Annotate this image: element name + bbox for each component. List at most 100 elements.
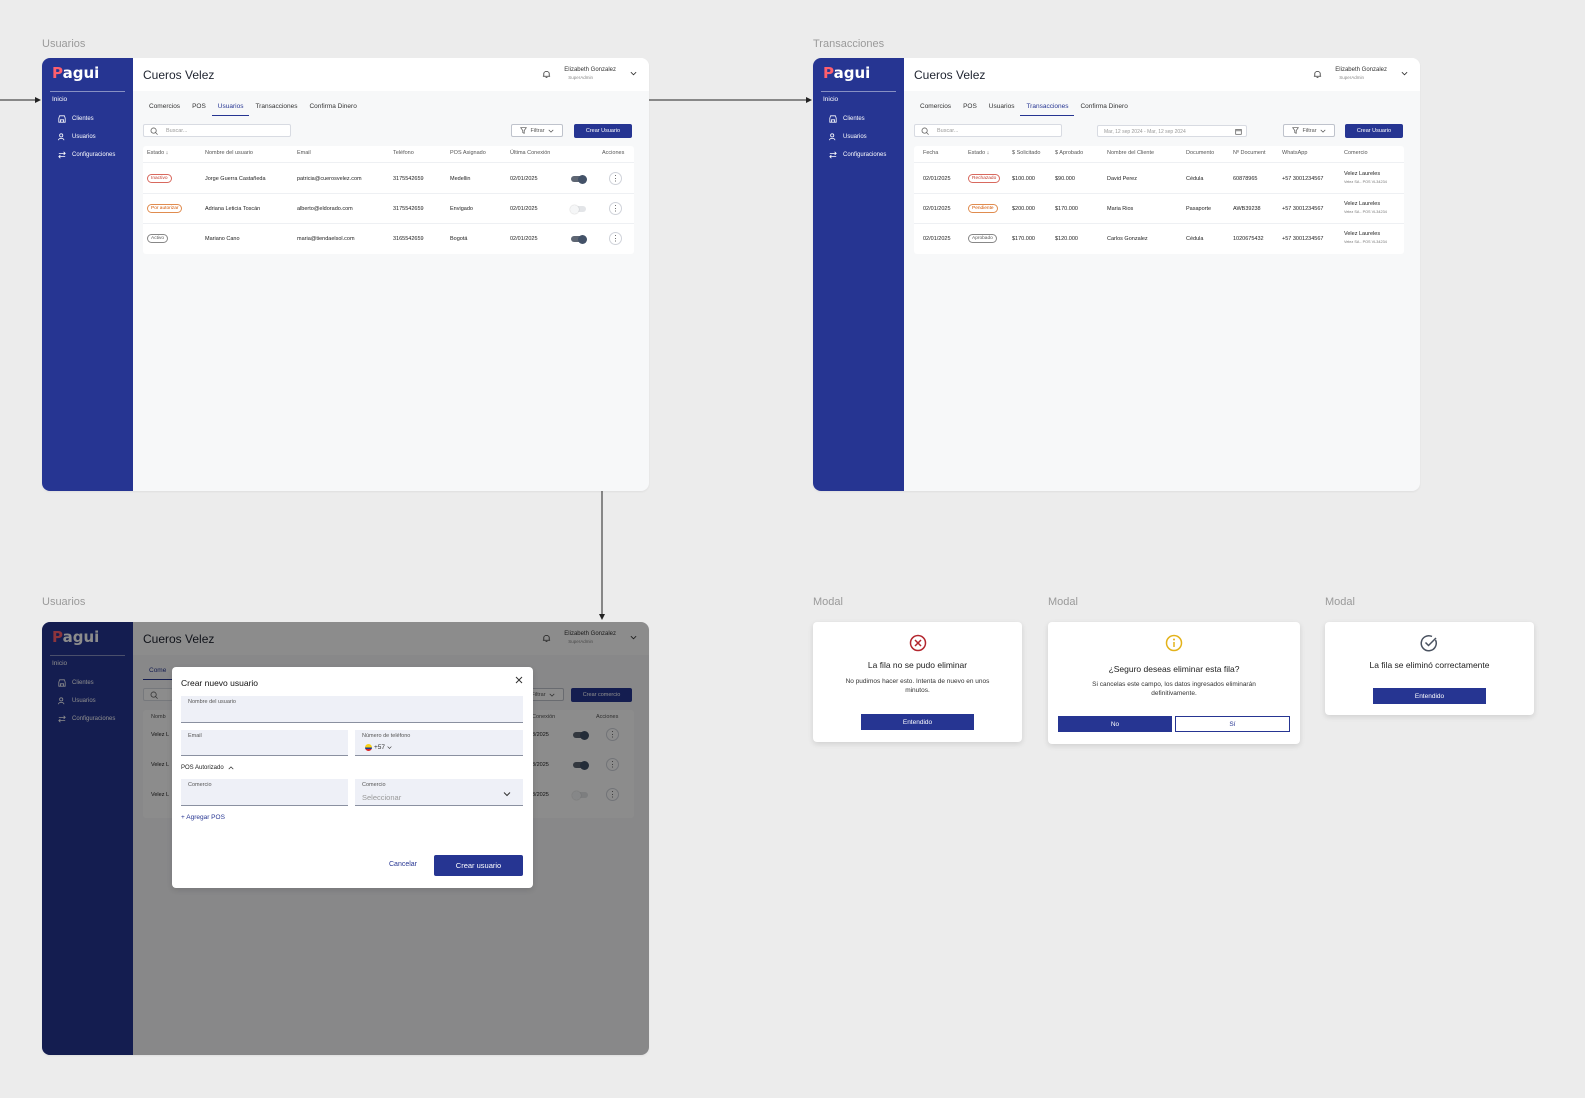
more-actions-icon[interactable]: ⋮ (609, 232, 622, 245)
date-cell: 02/01/2025 (923, 236, 951, 242)
col-pos: POS Asignado (450, 150, 486, 156)
col-estado[interactable]: Estado ↓ (968, 150, 989, 156)
understood-button[interactable]: Entendido (1373, 688, 1486, 704)
page-title: Cueros Velez (914, 68, 986, 82)
more-actions-icon[interactable]: ⋮ (609, 202, 622, 215)
modal-title: ¿Seguro deseas eliminar esta fila? (1108, 664, 1240, 674)
create-user-button[interactable]: Crear Usuario (1345, 124, 1403, 138)
sidebar: Pagui Inicio Clientes Usuarios Configura… (813, 58, 904, 491)
add-pos-link[interactable]: + Agregar POS (181, 814, 225, 821)
user-name: Elizabeth Gonzalez (1335, 67, 1387, 73)
chevron-down-icon (1320, 129, 1326, 133)
col-documento: Documento (1186, 150, 1215, 156)
sidebar: Pagui Inicio Clientes Usuarios Configura… (42, 58, 133, 491)
col-estado[interactable]: Estado ↓ (147, 150, 168, 156)
comercio-select[interactable]: Comercio Seleccionar (355, 779, 523, 806)
chevron-up-icon (228, 766, 234, 770)
client-cell: Maria Rios (1107, 206, 1134, 212)
email-field[interactable]: Email (181, 730, 348, 756)
phone-field[interactable]: Número de teléfono +57 (355, 730, 523, 756)
chevron-down-icon (503, 792, 511, 797)
users-icon (58, 133, 66, 141)
transfer-icon (58, 151, 66, 159)
col-aprobado: $ Aprobado (1055, 150, 1084, 156)
status-badge: Aprobado (968, 234, 997, 243)
country-code-select[interactable]: +57 (365, 744, 392, 751)
create-user-submit-button[interactable]: Crear usuario (434, 855, 523, 876)
sidebar-item-clientes[interactable]: Clientes (58, 115, 94, 123)
col-fecha: Fecha (923, 150, 939, 156)
active-toggle[interactable] (571, 174, 587, 184)
phone-cell: 3175542659 (393, 206, 424, 212)
sidebar-item-clientes[interactable]: Clientes (829, 115, 865, 123)
understood-button[interactable]: Entendido (861, 714, 974, 730)
user-name-cell: Jorge Guerra Castañeda (205, 176, 266, 182)
tab-transacciones[interactable]: Transacciones (1020, 100, 1075, 116)
modal-description: No pudimos hacer esto. Intenta de nuevo … (845, 678, 990, 694)
comercio-field[interactable]: Comercio (181, 779, 348, 806)
col-telefono: Teléfono (393, 150, 414, 156)
active-toggle[interactable] (570, 204, 586, 214)
tab-transacciones[interactable]: Transacciones (249, 100, 303, 116)
pos-section-toggle[interactable]: POS Autorizado (181, 765, 234, 771)
sidebar-item-usuarios[interactable]: Usuarios (58, 133, 96, 141)
transfer-icon (829, 151, 837, 159)
more-actions-icon[interactable]: ⋮ (609, 172, 622, 185)
user-name-cell: Mariano Cano (205, 236, 240, 242)
calendar-icon (1235, 129, 1242, 135)
col-whatsapp: WhatsApp (1282, 150, 1308, 156)
comercio-cell: Velez Laureles (1344, 201, 1381, 207)
col-email: Email (297, 150, 311, 156)
date-cell: 02/01/2025 (510, 206, 538, 212)
col-conexion: Última Conexión (510, 150, 551, 156)
cancel-button[interactable]: Cancelar (389, 861, 417, 868)
whatsapp-cell: +57 3001234567 (1282, 236, 1324, 242)
document-type-cell: Cédula (1186, 176, 1204, 182)
filter-button[interactable]: Filtrar (1283, 124, 1335, 137)
tab-comercios[interactable]: Comercios (914, 100, 957, 116)
no-button[interactable]: No (1058, 716, 1172, 732)
user-name-field[interactable]: Nombre del usuario (181, 696, 523, 723)
app-usuarios-create-modal: Pagui Inicio Clientes Usuarios Configura… (42, 622, 649, 1055)
bell-icon[interactable] (542, 69, 551, 79)
amount-approved-cell: $170.000 (1055, 206, 1078, 212)
yes-button[interactable]: Sí (1175, 716, 1290, 732)
create-user-button[interactable]: Crear Usuario (574, 124, 632, 138)
user-name: Elizabeth Gonzalez (564, 67, 616, 73)
col-cliente: Nombre del Cliente (1107, 150, 1155, 156)
search-input[interactable]: Buscar... (143, 124, 291, 137)
filter-button[interactable]: Filtrar (511, 124, 563, 137)
search-input[interactable]: Buscar... (914, 124, 1062, 137)
tab-confirma-dinero[interactable]: Confirma Dinero (1074, 100, 1133, 116)
tab-confirma-dinero[interactable]: Confirma Dinero (303, 100, 362, 116)
tab-pos[interactable]: POS (186, 100, 212, 116)
app-transacciones: Pagui Inicio Clientes Usuarios Configura… (813, 58, 1420, 491)
comercio-sub-cell: Velez SA - POS VL34234 (1344, 240, 1387, 244)
logo: Pagui (52, 64, 100, 82)
sidebar-item-inicio[interactable]: Inicio (823, 96, 838, 103)
active-toggle[interactable] (571, 234, 587, 244)
phone-cell: 3175542659 (393, 176, 424, 182)
close-icon[interactable] (515, 676, 523, 684)
sidebar-item-usuarios[interactable]: Usuarios (829, 133, 867, 141)
comercio-sub-cell: Velez SA - POS VL34234 (1344, 180, 1387, 184)
tab-pos[interactable]: POS (957, 100, 983, 116)
date-range-input[interactable]: Mar, 12 sep 2024 - Mar, 12 sep 2024 (1097, 125, 1247, 137)
bell-icon[interactable] (1313, 69, 1322, 79)
status-badge: Inactivo (147, 174, 172, 183)
chevron-down-icon[interactable] (630, 70, 637, 77)
chevron-down-icon[interactable] (1401, 70, 1408, 77)
app-usuarios: Pagui Inicio Clientes Usuarios Configura… (42, 58, 649, 491)
tab-comercios[interactable]: Comercios (143, 100, 186, 116)
sidebar-item-configuraciones[interactable]: Configuraciones (829, 151, 886, 159)
tabs: Comercios POS Usuarios Transacciones Con… (914, 100, 1134, 116)
col-comercio: Comercio (1344, 150, 1368, 156)
sidebar-item-inicio[interactable]: Inicio (52, 96, 67, 103)
tab-usuarios[interactable]: Usuarios (983, 100, 1021, 116)
client-cell: David Perez (1107, 176, 1137, 182)
document-type-cell: Cédula (1186, 236, 1204, 242)
sidebar-item-configuraciones[interactable]: Configuraciones (58, 151, 115, 159)
tab-usuarios[interactable]: Usuarios (211, 100, 250, 116)
document-number-cell: 60878965 (1233, 176, 1258, 182)
date-cell: 02/01/2025 (923, 206, 951, 212)
